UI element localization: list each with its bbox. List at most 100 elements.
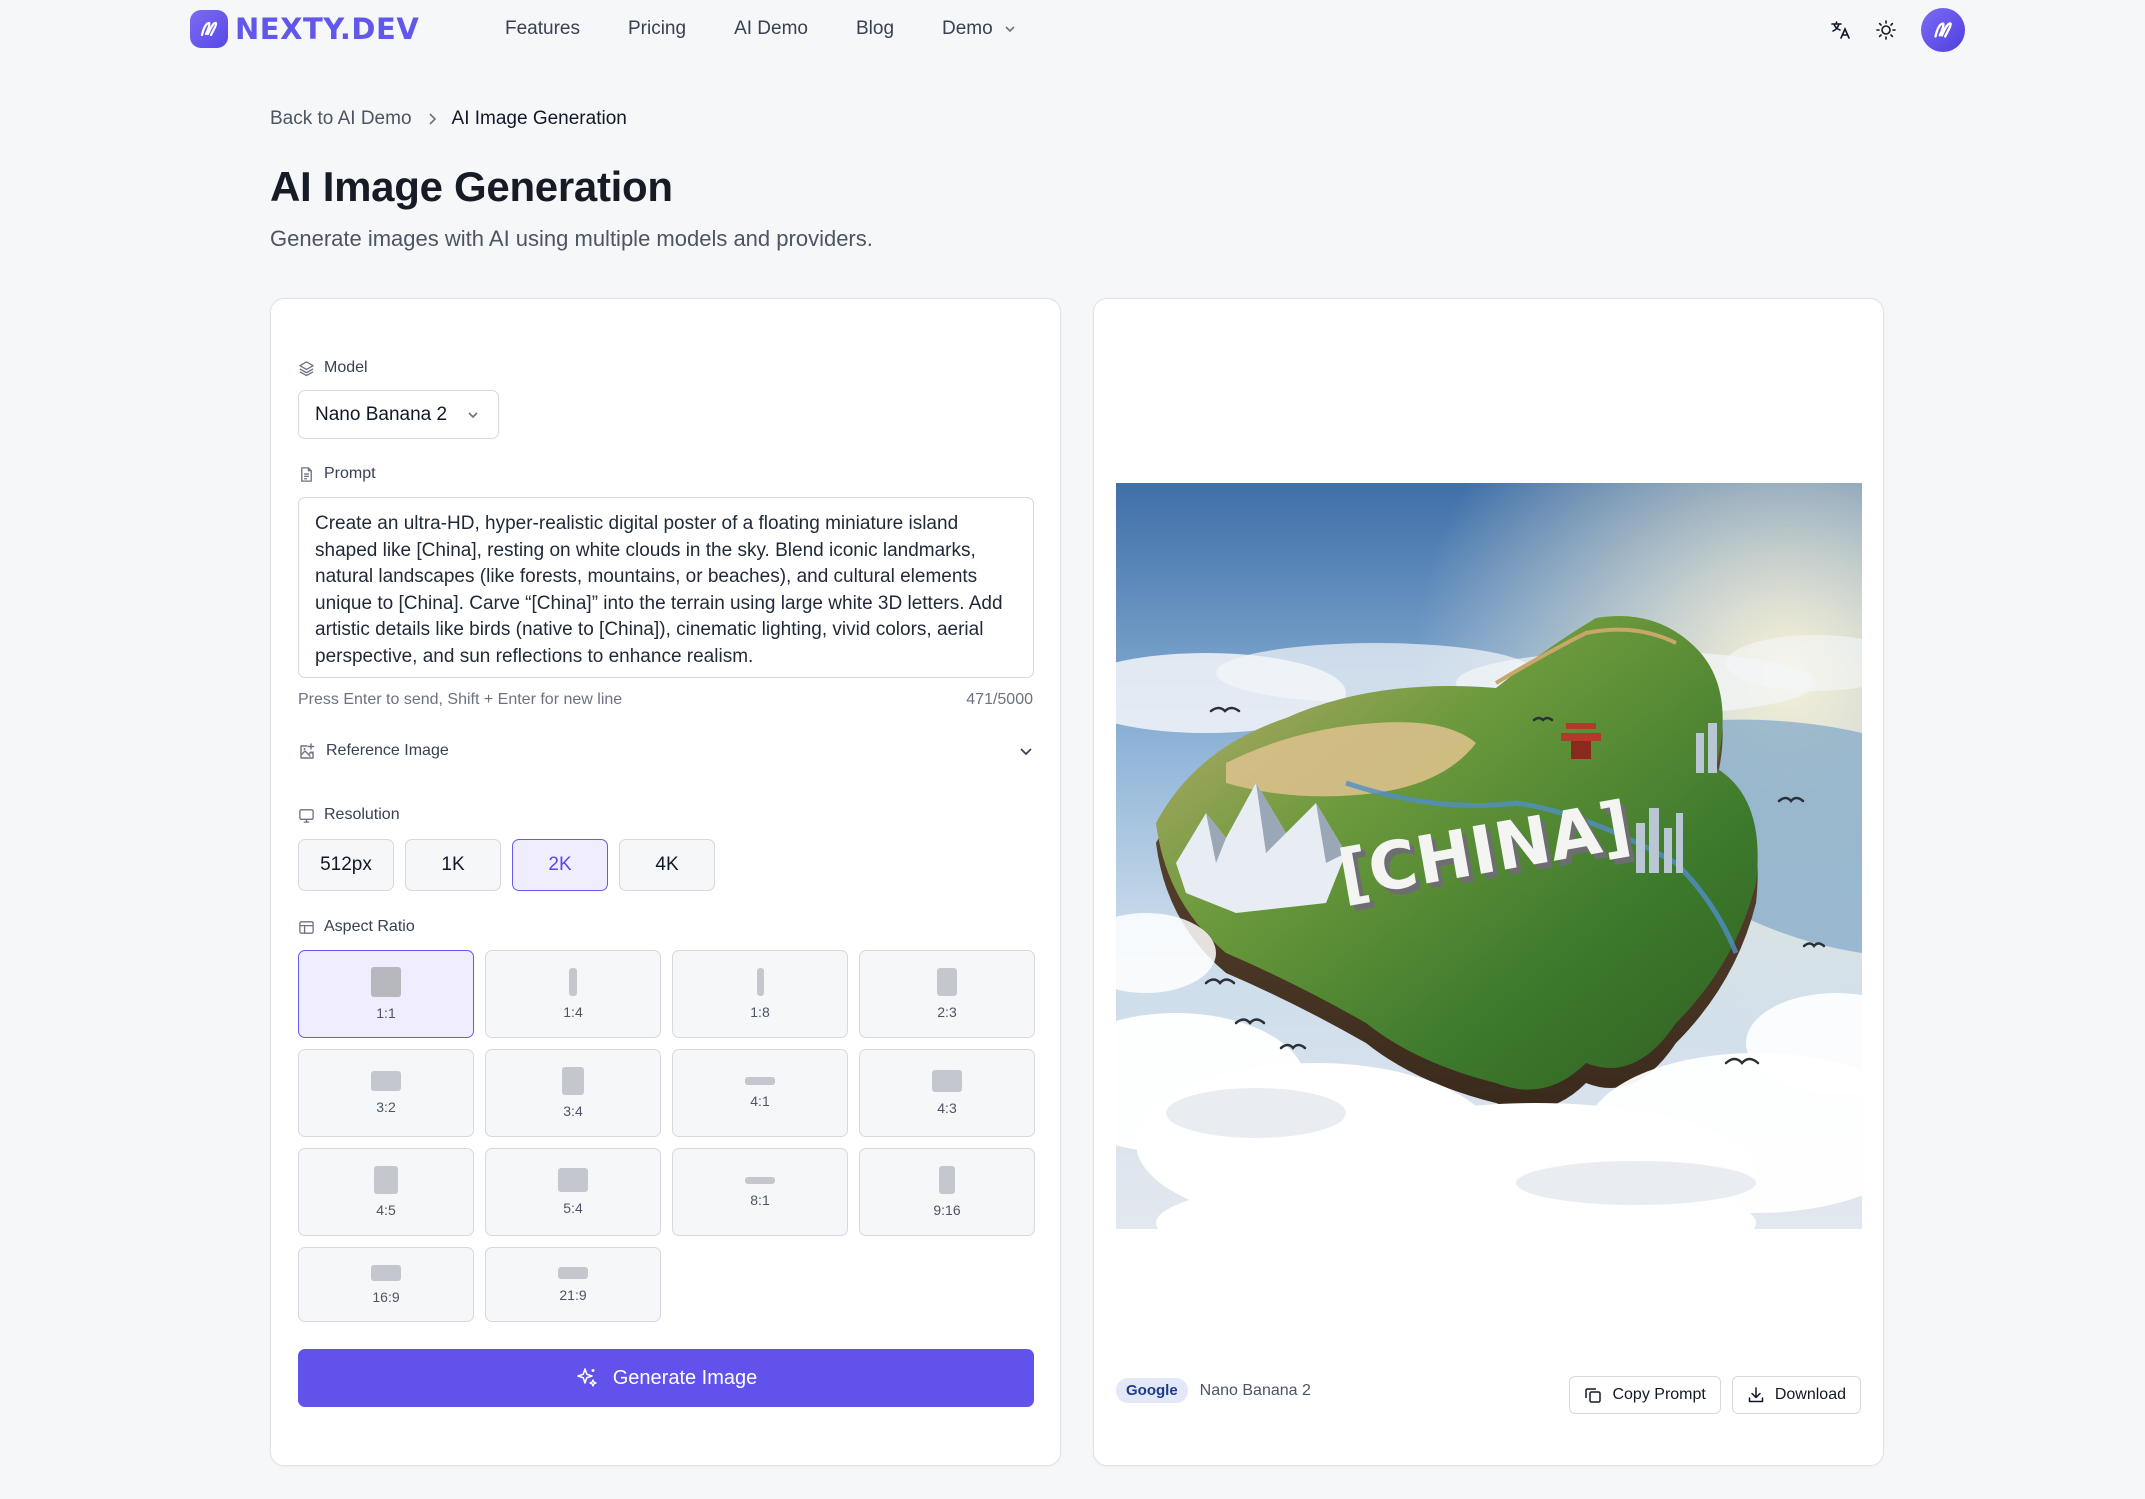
result-actions: Copy Prompt Download [1569, 1376, 1861, 1414]
generate-image-button[interactable]: Generate Image [298, 1349, 1034, 1407]
aspect-4-1[interactable]: 4:1 [672, 1049, 848, 1137]
document-icon [301, 466, 312, 482]
aspect-1-1[interactable]: 1:1 [298, 950, 474, 1038]
aspect-3-4[interactable]: 3:4 [485, 1049, 661, 1137]
prompt-textarea[interactable]: Create an ultra-HD, hyper-realistic digi… [298, 497, 1034, 678]
aspect-4-5[interactable]: 4:5 [298, 1148, 474, 1236]
aspect-label: 4:1 [750, 1093, 770, 1109]
generation-form-card: Model Nano Banana 2 Prompt Create an ult… [270, 298, 1061, 1466]
aspect-label: 4:3 [937, 1100, 957, 1116]
top-navbar: NEXTY.DEV Features Pricing AI Demo Blog … [0, 0, 2145, 62]
result-meta: Google Nano Banana 2 [1116, 1378, 1311, 1403]
resolution-1k[interactable]: 1K [405, 839, 501, 891]
logo-mark-icon [190, 10, 228, 48]
ratio-landscape-icon [932, 1070, 962, 1092]
chevron-down-icon [468, 411, 478, 418]
layout-icon [299, 920, 314, 934]
ratio-portrait-icon [374, 1166, 398, 1194]
aspect-1-8[interactable]: 1:8 [672, 950, 848, 1038]
ratio-portrait-icon [939, 1166, 955, 1194]
ratio-wide-icon [558, 1266, 588, 1279]
aspect-label: 3:4 [563, 1103, 583, 1119]
copy-prompt-label: Copy Prompt [1612, 1386, 1706, 1403]
ratio-landscape-icon [558, 1168, 588, 1192]
ratio-landscape-icon [371, 1264, 401, 1281]
prompt-hint: Press Enter to send, Shift + Enter for n… [298, 691, 623, 708]
aspect-3-2[interactable]: 3:2 [298, 1049, 474, 1137]
model-select-value: Nano Banana 2 [315, 403, 448, 425]
aspect-label: 1:1 [376, 1005, 396, 1021]
image-plus-icon [300, 742, 315, 759]
aspect-label: 2:3 [937, 1004, 957, 1020]
aspect-label: 1:4 [563, 1004, 583, 1020]
language-icon[interactable] [1829, 19, 1851, 41]
aspect-ratio-label-text: Aspect Ratio [324, 918, 415, 935]
aspect-5-4[interactable]: 5:4 [485, 1148, 661, 1236]
aspect-label: 3:2 [376, 1099, 396, 1115]
provider-badge: Google [1116, 1378, 1188, 1403]
prompt-label: Prompt [298, 465, 376, 483]
theme-toggle-sun-icon[interactable] [1875, 19, 1897, 41]
resolution-2k[interactable]: 2K [512, 839, 608, 891]
prompt-char-counter: 471/5000 [966, 691, 1033, 708]
nav-ai-demo[interactable]: AI Demo [734, 18, 808, 40]
ratio-tall-icon [756, 968, 764, 996]
breadcrumb-current: AI Image Generation [451, 108, 627, 129]
resolution-512px[interactable]: 512px [298, 839, 394, 891]
nav-blog[interactable]: Blog [856, 18, 894, 40]
reference-image-toggle[interactable]: Reference Image [298, 736, 1034, 766]
monitor-icon [299, 808, 314, 823]
user-avatar[interactable] [1921, 8, 1965, 52]
model-label-text: Model [324, 359, 368, 376]
aspect-21-9[interactable]: 21:9 [485, 1247, 661, 1322]
generate-image-label: Generate Image [612, 1366, 758, 1389]
nav-features[interactable]: Features [505, 18, 580, 40]
layers-icon [299, 360, 314, 376]
prompt-label-text: Prompt [324, 465, 376, 482]
ratio-portrait-icon [937, 968, 957, 996]
page-title: AI Image Generation [270, 163, 673, 210]
aspect-label: 5:4 [563, 1200, 583, 1216]
nav-pricing[interactable]: Pricing [628, 18, 686, 40]
download-icon [1748, 1387, 1764, 1403]
reference-image-label: Reference Image [298, 742, 449, 761]
nav-demo-label: Demo [942, 18, 993, 39]
aspect-9-16[interactable]: 9:16 [859, 1148, 1035, 1236]
aspect-16-9[interactable]: 16:9 [298, 1247, 474, 1322]
resolution-options: 512px 1K 2K 4K [298, 839, 715, 891]
aspect-4-3[interactable]: 4:3 [859, 1049, 1035, 1137]
result-card: [CHINA] [CHINA] Google Nano Banana 2 Cop… [1093, 298, 1884, 1466]
reference-image-label-text: Reference Image [326, 742, 449, 759]
resolution-label-text: Resolution [324, 806, 400, 823]
model-label: Model [298, 359, 368, 377]
breadcrumb-back-link[interactable]: Back to AI Demo [270, 108, 412, 130]
ratio-portrait-icon [562, 1067, 584, 1095]
aspect-1-4[interactable]: 1:4 [485, 950, 661, 1038]
aspect-ratio-label: Aspect Ratio [298, 918, 415, 936]
breadcrumb: Back to AI Demo AI Image Generation [270, 108, 627, 130]
ratio-wide-icon [745, 1176, 775, 1184]
download-label: Download [1774, 1386, 1846, 1403]
generated-image[interactable]: [CHINA] [CHINA] [1116, 483, 1862, 1229]
chevron-right-icon [428, 113, 436, 125]
brand-logo[interactable]: NEXTY.DEV [190, 10, 419, 48]
ratio-tall-icon [569, 968, 577, 996]
aspect-label: 21:9 [559, 1286, 587, 1303]
nav-demo-dropdown[interactable]: Demo [942, 18, 1017, 40]
resolution-label: Resolution [298, 806, 400, 824]
aspect-8-1[interactable]: 8:1 [672, 1148, 848, 1236]
download-button[interactable]: Download [1731, 1376, 1861, 1414]
page-subtitle: Generate images with AI using multiple m… [270, 226, 873, 251]
aspect-label: 9:16 [933, 1202, 961, 1218]
aspect-label: 1:8 [750, 1004, 770, 1020]
resolution-4k[interactable]: 4K [619, 839, 715, 891]
copy-icon [1585, 1388, 1602, 1403]
aspect-ratio-grid: 1:1 1:4 1:8 2:3 3:2 3:4 4:1 4:3 4:5 5:4 … [298, 950, 1035, 1322]
aspect-2-3[interactable]: 2:3 [859, 950, 1035, 1038]
ratio-wide-icon [745, 1077, 775, 1085]
header-actions [1829, 8, 1965, 52]
ratio-landscape-icon [371, 1071, 401, 1091]
brand-name: NEXTY.DEV [235, 12, 420, 46]
copy-prompt-button[interactable]: Copy Prompt [1569, 1376, 1721, 1414]
model-select[interactable]: Nano Banana 2 [298, 390, 499, 439]
